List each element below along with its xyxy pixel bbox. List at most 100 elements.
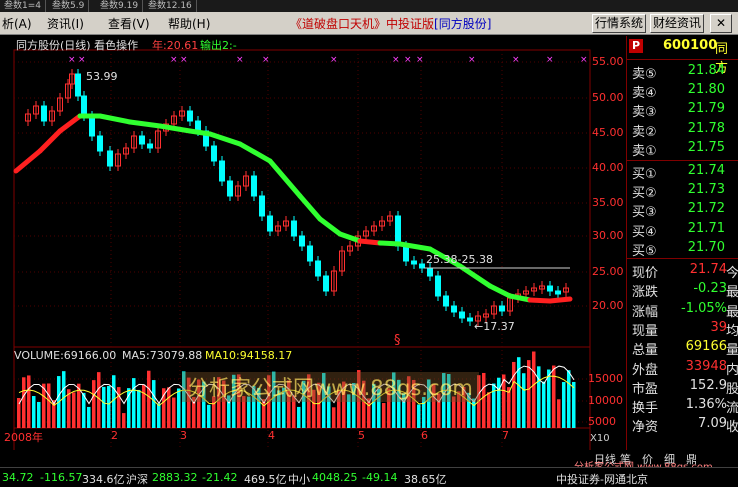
signal-marker: × <box>512 55 520 65</box>
bid-value: 21.72 <box>687 201 725 217</box>
title-main: 《道破盘口天机》中投证版 <box>290 17 435 31</box>
ma-line <box>487 283 513 299</box>
stat-value: 33948 <box>685 358 727 374</box>
price-tick: 20.00 <box>592 299 624 312</box>
index3-value: 4048.25 <box>312 471 358 484</box>
candle-body <box>219 160 225 182</box>
ma-line <box>337 231 363 244</box>
ma-line <box>97 113 133 125</box>
candle-body <box>443 295 449 307</box>
volume-bar <box>82 392 86 428</box>
stat-label: 净资 <box>632 420 659 436</box>
volume-tick: 5000 <box>588 415 616 428</box>
ma5-label: MA5:73079.88 <box>122 349 203 362</box>
tab-4[interactable]: 叁数12.16 <box>144 0 197 12</box>
volume-bar <box>122 413 126 428</box>
menu-view[interactable]: 查看(V) <box>108 15 150 32</box>
ask-row: 卖④ 21.80 <box>627 82 738 101</box>
volume-bar <box>47 383 51 428</box>
candle-body <box>307 245 313 262</box>
stat-suffix: 收 <box>725 420 738 436</box>
volume-bar <box>517 357 521 428</box>
stat-row: 涨跌 -0.23 最 <box>627 281 738 301</box>
volume-bar <box>567 370 571 428</box>
candle-body <box>107 150 113 167</box>
bid-row: 买① 21.74 <box>627 163 738 182</box>
ma-line <box>157 123 193 134</box>
tab-3[interactable]: 叁数9.19 <box>96 0 144 12</box>
ask-value: 21.79 <box>687 101 725 117</box>
date-tick: 2008年 <box>4 431 43 444</box>
volume-bar <box>207 404 211 428</box>
stat-row: 现量 39 均 <box>627 319 738 339</box>
volume-bar <box>92 380 96 428</box>
volume-bar <box>297 406 301 428</box>
index2-amount: 469.5亿 <box>244 473 287 486</box>
stat-suffix: 量 <box>725 343 738 359</box>
ma-line <box>57 113 83 134</box>
index2-name: 沪深 <box>126 473 148 486</box>
ma10-label: MA10:94158.17 <box>205 349 293 362</box>
volume-bar <box>177 388 181 428</box>
tab-2[interactable]: 叁数5.9 <box>48 0 90 12</box>
volume-tick: 15000 <box>588 372 623 385</box>
kline-chart[interactable]: × × × × × × × × × × × × × × 同方股份(日线) 看色操作 年:20.61 输出2… <box>0 36 625 450</box>
date-tick: 3 <box>180 429 187 442</box>
stat-label: 现量 <box>632 323 659 339</box>
candle-body <box>459 311 465 319</box>
market-system-button[interactable]: 行情系统 <box>592 14 647 33</box>
menu-help[interactable]: 帮助(H) <box>168 15 210 32</box>
price-tick: 55.00 <box>592 55 624 68</box>
volume-bar <box>147 370 151 428</box>
date-tick: 4 <box>268 429 275 442</box>
volume-bar <box>482 372 486 428</box>
ma-line <box>187 128 213 137</box>
signal-marker: × <box>68 55 76 65</box>
index3-change: -49.14 <box>362 471 398 484</box>
ma-line <box>267 158 303 199</box>
ma-line <box>457 263 493 289</box>
finance-news-button[interactable]: 财经资讯 <box>650 14 705 33</box>
stat-suffix: 均 <box>725 323 738 339</box>
stat-row: 换手 1.36% 流 <box>627 397 738 417</box>
volume-bar <box>417 404 421 428</box>
ask-label: 卖① <box>632 143 657 159</box>
volume-bar <box>87 406 91 428</box>
ask-value: 21.80 <box>687 82 725 98</box>
date-tick: 5 <box>358 429 365 442</box>
volume-bar <box>72 392 76 428</box>
close-icon[interactable]: ✕ <box>710 14 732 33</box>
volume-bar <box>497 377 501 428</box>
bid-value: 21.74 <box>687 163 725 178</box>
volume-bar <box>512 361 516 428</box>
stat-value: 39 <box>710 319 727 335</box>
volume-bar <box>572 381 576 428</box>
index3-name: 中小 <box>288 473 310 486</box>
ma-line <box>127 119 163 129</box>
stat-value: 21.74 <box>689 262 727 277</box>
stat-suffix: 最 <box>725 285 738 301</box>
stock-code: 600100 <box>663 38 718 53</box>
top-tab-strip: 叁数1=4 叁数5.9 叁数9.19 叁数12.16 <box>0 0 738 12</box>
menu-analysis[interactable]: 析(A) <box>2 15 32 32</box>
volume-bar <box>62 371 66 428</box>
volume-bar <box>22 377 26 428</box>
index2-change: -21.42 <box>202 471 238 484</box>
menu-info[interactable]: 资讯(I) <box>47 15 84 32</box>
volume-bar <box>157 403 161 428</box>
peak-label: 53.99 <box>86 70 118 83</box>
volume-bar <box>152 380 156 428</box>
index1-amount: 334.6亿 <box>82 473 125 486</box>
bid-row: 买③ 21.72 <box>627 201 738 220</box>
signal-marker: × <box>392 55 400 65</box>
candle-body <box>411 260 417 265</box>
candle-body <box>555 290 561 295</box>
volume-bar <box>527 360 531 428</box>
tab-1[interactable]: 叁数1=4 <box>0 0 46 12</box>
low-label: ←17.37 <box>474 320 515 333</box>
stat-value: -0.23 <box>693 281 727 297</box>
stat-suffix: 流 <box>725 401 738 417</box>
volume-bar <box>522 373 526 428</box>
bid-label: 买① <box>632 167 657 182</box>
menu-bar: 析(A) 资讯(I) 查看(V) 帮助(H) 《道破盘口天机》中投证版[同方股份… <box>0 12 738 35</box>
